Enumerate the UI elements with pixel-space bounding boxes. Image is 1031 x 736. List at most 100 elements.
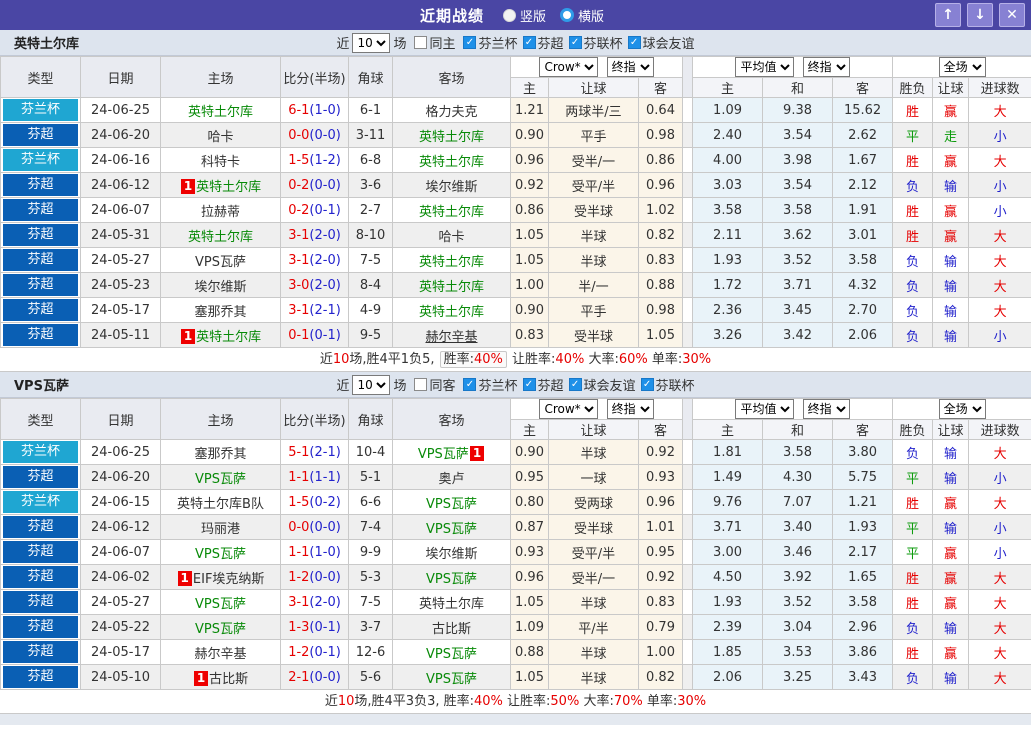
bookmaker-select[interactable]: Crow* xyxy=(539,399,599,419)
close-button[interactable]: ✕ xyxy=(999,3,1025,27)
avg-away-odds: 2.70 xyxy=(832,297,894,323)
summary-segment: 近 xyxy=(319,352,333,367)
result-outcome: 胜 xyxy=(892,147,934,173)
avg-home-odds: 1.93 xyxy=(692,247,764,273)
result-goals: 小 xyxy=(968,322,1031,348)
horizontal-layout-radio[interactable]: 横版 xyxy=(560,6,604,25)
team-name: 英特土尔库 xyxy=(418,596,484,612)
league-label: 芬兰杯 xyxy=(478,37,518,52)
checkbox-unchecked-icon xyxy=(414,378,428,391)
team-name: 拉赫蒂 xyxy=(200,204,240,220)
corner-score: 5-6 xyxy=(348,664,393,690)
league-filter[interactable]: ✓ 芬联杯 xyxy=(640,375,695,394)
home-team: 1 英特土尔库 xyxy=(160,322,281,348)
avg-home-odds: 1.72 xyxy=(692,272,764,298)
average-select[interactable]: 平均值 xyxy=(735,57,795,77)
league-filter[interactable]: ✓ 芬超 xyxy=(522,375,564,394)
home-team: 玛丽港 xyxy=(160,514,281,540)
result-outcome: 平 xyxy=(892,539,934,565)
same-venue-filter[interactable]: 同客 xyxy=(414,375,455,394)
result-goals: 小 xyxy=(968,197,1031,223)
home-team: 1 古比斯 xyxy=(160,664,281,690)
scroll-up-button[interactable]: ↑ xyxy=(935,3,961,27)
summary-segment: 让胜率: xyxy=(507,352,556,367)
avg-home-odds: 3.58 xyxy=(692,197,764,223)
league-filter[interactable]: ✓ 芬兰杯 xyxy=(463,33,518,52)
average-select[interactable]: 平均值 xyxy=(735,399,795,419)
filter-controls: 近 10 场 同客 ✓ 芬兰杯 ✓ 芬超 ✓ 球会友谊 ✓ 芬联杯 xyxy=(336,374,695,395)
handicap-away-odds: 0.93 xyxy=(637,464,684,490)
match-date: 24-05-10 xyxy=(80,664,161,690)
match-date: 24-06-07 xyxy=(80,197,161,223)
league-filter[interactable]: ✓ 球会友谊 xyxy=(627,33,695,52)
avg-home-odds: 2.40 xyxy=(692,122,764,148)
team-name: 英特土尔库 xyxy=(196,329,262,345)
match-date: 24-05-23 xyxy=(80,272,161,298)
final-odds-select[interactable]: 终指 xyxy=(606,57,654,77)
fulltime-select[interactable]: 全场 xyxy=(938,57,986,77)
away-team: 英特土尔库 xyxy=(392,147,511,173)
result-outcome: 负 xyxy=(892,172,934,198)
handicap-away-odds: 0.83 xyxy=(637,589,684,615)
match-count-select[interactable]: 10 xyxy=(352,374,391,395)
league-filter[interactable]: ✓ 芬兰杯 xyxy=(463,375,518,394)
match-row: 芬超 24-06-07 VPS瓦萨 1-1(1-0) 9-9 埃尔维斯 0.93 受平/半 0.… xyxy=(0,539,1031,565)
col-type: 类型 xyxy=(0,56,81,98)
avg-away-odds: 1.91 xyxy=(832,197,894,223)
handicap-away-odds: 0.79 xyxy=(637,614,684,640)
avg-draw-odds: 4.30 xyxy=(762,464,834,490)
corner-score: 4-9 xyxy=(348,297,393,323)
away-team: 英特土尔库 xyxy=(392,272,511,298)
fulltime-select[interactable]: 全场 xyxy=(938,399,986,419)
result-goals: 小 xyxy=(968,514,1031,540)
final-odds-select[interactable]: 终指 xyxy=(802,399,850,419)
same-venue-filter[interactable]: 同主 xyxy=(414,33,455,52)
league-filter[interactable]: ✓ 芬超 xyxy=(522,33,564,52)
final-odds-select[interactable]: 终指 xyxy=(802,57,850,77)
handicap-away-odds: 0.98 xyxy=(637,297,684,323)
vertical-layout-radio[interactable]: 竖版 xyxy=(502,6,546,25)
matches-label: 场 xyxy=(393,37,407,52)
col-avg-home: 主 xyxy=(692,77,764,98)
col-handicap-away: 客 xyxy=(637,419,684,440)
stats-summary: 近10场,胜4平3负3, 胜率:40% 让胜率:50% 大率:70% 单率:30… xyxy=(0,690,1031,714)
avg-away-odds: 3.80 xyxy=(832,439,894,465)
match-type-badge: 芬超 xyxy=(0,664,81,690)
spacer-column xyxy=(682,564,694,590)
away-team: 古比斯 xyxy=(392,614,511,640)
avg-draw-odds: 3.54 xyxy=(762,122,834,148)
scroll-down-button[interactable]: ↓ xyxy=(967,3,993,27)
league-label: 芬兰杯 xyxy=(478,379,518,394)
competition-label: 芬超 xyxy=(3,249,78,271)
final-odds-select[interactable]: 终指 xyxy=(606,399,654,419)
team-name: VPS瓦萨 xyxy=(195,596,246,612)
halftime-score: (0-0) xyxy=(309,519,341,535)
checkbox-checked-icon: ✓ xyxy=(568,36,582,49)
bookmaker-select[interactable]: Crow* xyxy=(539,57,599,77)
team-name: 古比斯 xyxy=(209,671,249,687)
match-date: 24-06-16 xyxy=(80,147,161,173)
result-handicap: 赢 xyxy=(932,489,970,515)
team-name: 英特土尔库 xyxy=(187,229,253,245)
league-filter[interactable]: ✓ 芬联杯 xyxy=(568,33,623,52)
team-filter-bar: VPS瓦萨 近 10 场 同客 ✓ 芬兰杯 ✓ 芬超 ✓ 球会友谊 ✓ 芬联杯 xyxy=(0,372,1031,398)
away-team: 埃尔维斯 xyxy=(392,172,511,198)
match-date: 24-06-02 xyxy=(80,564,161,590)
competition-label: 芬超 xyxy=(3,199,78,221)
fulltime-score: 1-3 xyxy=(288,619,310,635)
match-count-select[interactable]: 10 xyxy=(352,32,391,53)
halftime-score: (0-1) xyxy=(309,644,341,660)
league-filter[interactable]: ✓ 球会友谊 xyxy=(568,375,636,394)
match-row: 芬超 24-05-23 埃尔维斯 3-0(2-0) 8-4 英特土尔库 1.00 半/一 0.8… xyxy=(0,272,1031,298)
team-name: VPS瓦萨 xyxy=(195,471,246,487)
handicap-home-odds: 0.95 xyxy=(510,464,549,490)
avg-home-odds: 3.00 xyxy=(692,539,764,565)
avg-away-odds: 3.43 xyxy=(832,664,894,690)
match-type-badge: 芬超 xyxy=(0,247,81,273)
team-name: 埃尔维斯 xyxy=(425,546,478,562)
match-score: 5-1(2-1) xyxy=(280,439,349,465)
col-corner: 角球 xyxy=(348,56,393,98)
avg-away-odds: 1.65 xyxy=(832,564,894,590)
radio-unselected-icon xyxy=(560,8,574,22)
spacer-column xyxy=(682,272,694,298)
